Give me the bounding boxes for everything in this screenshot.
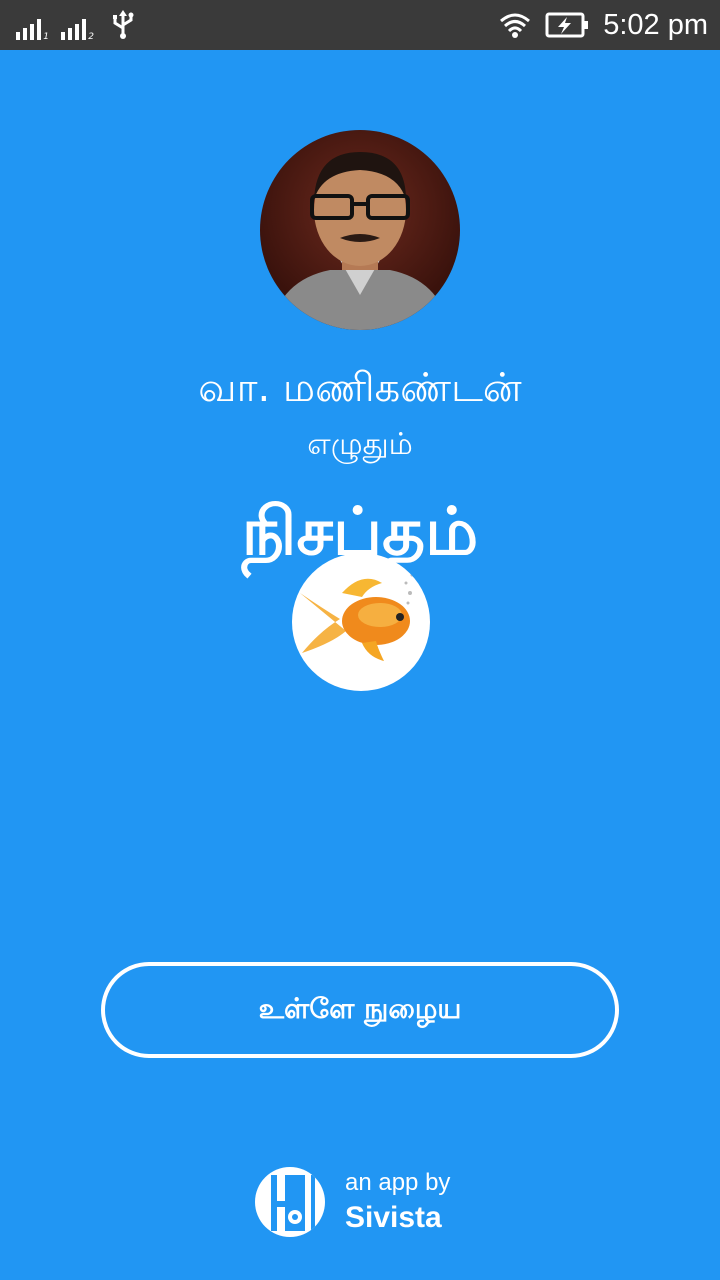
battery-charging-icon <box>545 12 589 38</box>
usb-icon <box>113 10 134 39</box>
splash-screen: 1 2 5:02 pm வா. மணிகண்டன் எழுதும் நிசப்த… <box>0 0 720 1280</box>
signal-sim2-icon: 2 <box>61 18 94 42</box>
status-bar: 1 2 5:02 pm <box>0 0 720 50</box>
author-name: வா. மணிகண்டன் <box>198 365 522 411</box>
status-time: 5:02 pm <box>603 8 708 41</box>
author-avatar <box>260 130 460 330</box>
sim2-label: 2 <box>88 32 94 42</box>
credit-footer: an app by Sivista <box>255 1165 515 1237</box>
sim1-label: 1 <box>43 32 49 42</box>
enter-button-label: உள்ளே நுழைய <box>258 991 462 1025</box>
sivista-logo-icon <box>255 1167 325 1237</box>
goldfish-icon <box>292 553 430 691</box>
wifi-icon <box>500 13 531 38</box>
signal-sim1-icon: 1 <box>16 18 49 42</box>
credit-company-name: Sivista <box>345 1201 442 1234</box>
status-left-icons: 1 2 <box>16 10 136 42</box>
credit-by-label: an app by <box>345 1169 451 1196</box>
author-photo <box>270 152 450 330</box>
enter-button[interactable]: உள்ளே நுழைய <box>101 962 619 1058</box>
status-right-icons: 5:02 pm <box>499 6 708 44</box>
writes-label: எழுதும் <box>307 427 413 462</box>
